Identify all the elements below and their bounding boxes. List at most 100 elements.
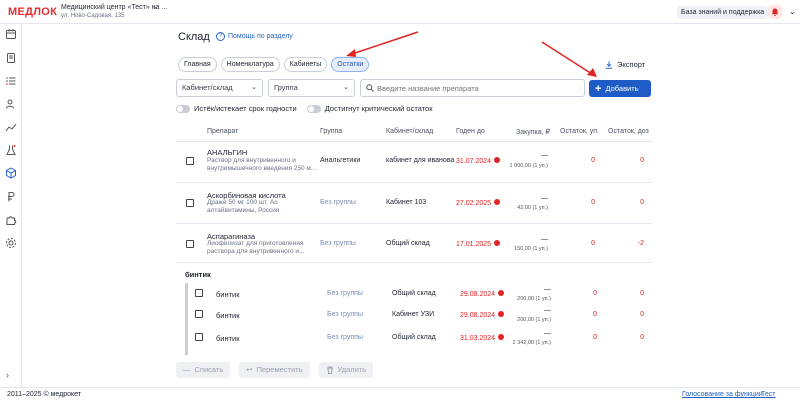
chart-icon[interactable] bbox=[5, 121, 17, 133]
expiry-toggle[interactable]: Истёк/истекает срок годности bbox=[176, 104, 297, 113]
expand-sidebar-icon[interactable]: › bbox=[6, 370, 9, 380]
help-link[interactable]: ? Помощь по разделу bbox=[216, 32, 293, 41]
row-checkbox[interactable] bbox=[195, 310, 203, 318]
drug-cabinet: Кабинет УЗИ bbox=[392, 311, 435, 318]
expiry-date: 31.07.2024 bbox=[456, 157, 501, 165]
stock-packs: 0 bbox=[591, 199, 595, 206]
drug-group: Анальгетики bbox=[320, 157, 361, 164]
expiry-toggle-label: Истёк/истекает срок годности bbox=[194, 104, 297, 113]
group-select[interactable]: Группа ⌄ bbox=[268, 79, 355, 97]
warning-icon bbox=[494, 157, 501, 163]
gear-icon[interactable] bbox=[5, 237, 17, 249]
delete-button[interactable]: Удалить bbox=[318, 362, 374, 378]
tab-main[interactable]: Главная bbox=[178, 57, 217, 72]
row-checkbox[interactable] bbox=[195, 333, 203, 341]
task-list-icon[interactable] bbox=[5, 75, 17, 87]
expiry-date: 17.01.2025 bbox=[456, 240, 501, 248]
row-checkbox[interactable] bbox=[195, 289, 203, 297]
drug-name[interactable]: бинтик bbox=[216, 311, 240, 320]
price-dash: — bbox=[544, 330, 551, 337]
cabinet-select[interactable]: Кабинет/склад ⌄ bbox=[176, 79, 263, 97]
expiry-date-value: 29.08.2024 bbox=[460, 312, 496, 319]
calendar-icon[interactable] bbox=[5, 28, 17, 40]
group-section-title[interactable]: бинтик bbox=[185, 270, 211, 279]
price-value: 150,00 (1 уп.) bbox=[514, 246, 548, 252]
stock-packs: 0 bbox=[591, 240, 595, 247]
download-icon bbox=[605, 61, 613, 69]
stock-doses: -2 bbox=[637, 240, 644, 247]
price-value: 200,00 (1 уп.) bbox=[517, 317, 551, 323]
puzzle-icon[interactable] bbox=[5, 214, 17, 226]
help-link-label: Помощь по разделу bbox=[228, 33, 293, 40]
price-value: 2 342,00 (1 уп.) bbox=[512, 340, 551, 346]
box-icon[interactable] bbox=[5, 167, 17, 179]
users-icon[interactable] bbox=[5, 98, 17, 110]
warning-icon bbox=[498, 311, 505, 317]
chevron-down-icon: ⌄ bbox=[343, 84, 349, 91]
chevron-down-icon[interactable]: ⌄ bbox=[789, 7, 796, 16]
delete-label: Удалить bbox=[337, 365, 367, 374]
drug-cabinet: Кабинет 103 bbox=[386, 199, 427, 206]
move-label: Переместить bbox=[256, 365, 303, 374]
add-button[interactable]: + Добавить bbox=[589, 80, 651, 97]
stock-doses: 0 bbox=[640, 334, 644, 341]
top-bar: МЕДЛОК Медицинский центр «Тест» на ... у… bbox=[0, 0, 800, 24]
price-dash: — bbox=[541, 236, 548, 243]
drug-description: Драже 50 мг 100 шт. Ао алтайвитамины, Ро… bbox=[207, 199, 280, 214]
drug-name[interactable]: АНАЛЬГИН bbox=[207, 148, 247, 157]
warning-icon bbox=[498, 334, 505, 340]
row-checkbox[interactable] bbox=[186, 240, 194, 248]
expiry-date-value: 29.08.2024 bbox=[460, 291, 496, 298]
move-button[interactable]: ↩ Переместить bbox=[239, 362, 310, 378]
column-header-group[interactable]: Группа bbox=[320, 128, 342, 135]
expiry-date-value: 31.07.2024 bbox=[456, 158, 492, 165]
row-checkbox[interactable] bbox=[186, 199, 194, 207]
column-header-expiry[interactable]: Годен до bbox=[456, 128, 485, 135]
drug-description: Раствор для внутривенного и внутримышечн… bbox=[207, 157, 317, 172]
search-input[interactable] bbox=[377, 81, 577, 95]
toggle-switch[interactable] bbox=[176, 104, 190, 113]
critical-stock-toggle[interactable]: Достигнут критический остаток bbox=[306, 104, 433, 113]
column-header-packs[interactable]: Остаток, уп. bbox=[560, 128, 599, 135]
write-off-button[interactable]: — Списать bbox=[176, 362, 231, 378]
bulk-actions-bar: — Списать ↩ Переместить Удалить bbox=[176, 362, 374, 378]
knowledge-base-button[interactable]: База знаний и поддержка bbox=[677, 6, 769, 19]
drug-group: Без группы bbox=[320, 199, 356, 206]
group-indicator bbox=[185, 283, 188, 355]
tab-nomenclature[interactable]: Номенклатура bbox=[220, 57, 280, 72]
stock-packs: 0 bbox=[593, 334, 597, 341]
search-icon bbox=[366, 84, 374, 92]
drug-description: Лиофилизат для приготовления раствора дл… bbox=[207, 240, 305, 255]
divider bbox=[176, 262, 652, 263]
cabinet-select-placeholder: Кабинет/склад bbox=[182, 83, 233, 92]
document-icon[interactable] bbox=[5, 52, 17, 64]
search-box bbox=[360, 79, 585, 97]
stock-doses: 0 bbox=[640, 290, 644, 297]
ruble-icon[interactable] bbox=[5, 191, 17, 203]
export-button[interactable]: Экспорт bbox=[605, 60, 645, 69]
price-value: 1 000,00 (1 уп.) bbox=[509, 163, 548, 169]
app-logo[interactable]: МЕДЛОК bbox=[8, 6, 57, 18]
bell-icon bbox=[771, 8, 779, 16]
column-header-cabinet[interactable]: Кабинет/склад bbox=[386, 128, 433, 135]
drug-name[interactable]: бинтик bbox=[216, 290, 240, 299]
column-header-doses[interactable]: Остаток, доз bbox=[608, 128, 649, 135]
toggle-switch[interactable] bbox=[306, 104, 321, 113]
vote-link[interactable]: Голосование за функции bbox=[682, 388, 763, 401]
test-link[interactable]: Тест МедЛок bbox=[761, 388, 800, 401]
price-dash: — bbox=[541, 152, 548, 159]
expiry-date: 29.08.2024 bbox=[460, 311, 505, 319]
chevron-down-icon[interactable]: ⌄ bbox=[152, 3, 158, 11]
price-dash: — bbox=[544, 307, 551, 314]
column-header-price[interactable]: Закупка, ₽ bbox=[516, 128, 550, 136]
column-header-drug[interactable]: Препарат bbox=[207, 128, 238, 135]
flask-icon[interactable] bbox=[5, 144, 17, 156]
minus-icon: — bbox=[183, 365, 191, 374]
trash-icon bbox=[326, 366, 333, 374]
notifications-button[interactable] bbox=[768, 5, 782, 19]
row-checkbox[interactable] bbox=[186, 157, 194, 165]
annotation-arrow bbox=[346, 31, 419, 57]
drug-name[interactable]: бинтик bbox=[216, 334, 240, 343]
footer: 2011–2025 © медрокет Голосование за функ… bbox=[0, 387, 800, 401]
tab-cabinets[interactable]: Кабинеты bbox=[283, 57, 328, 72]
